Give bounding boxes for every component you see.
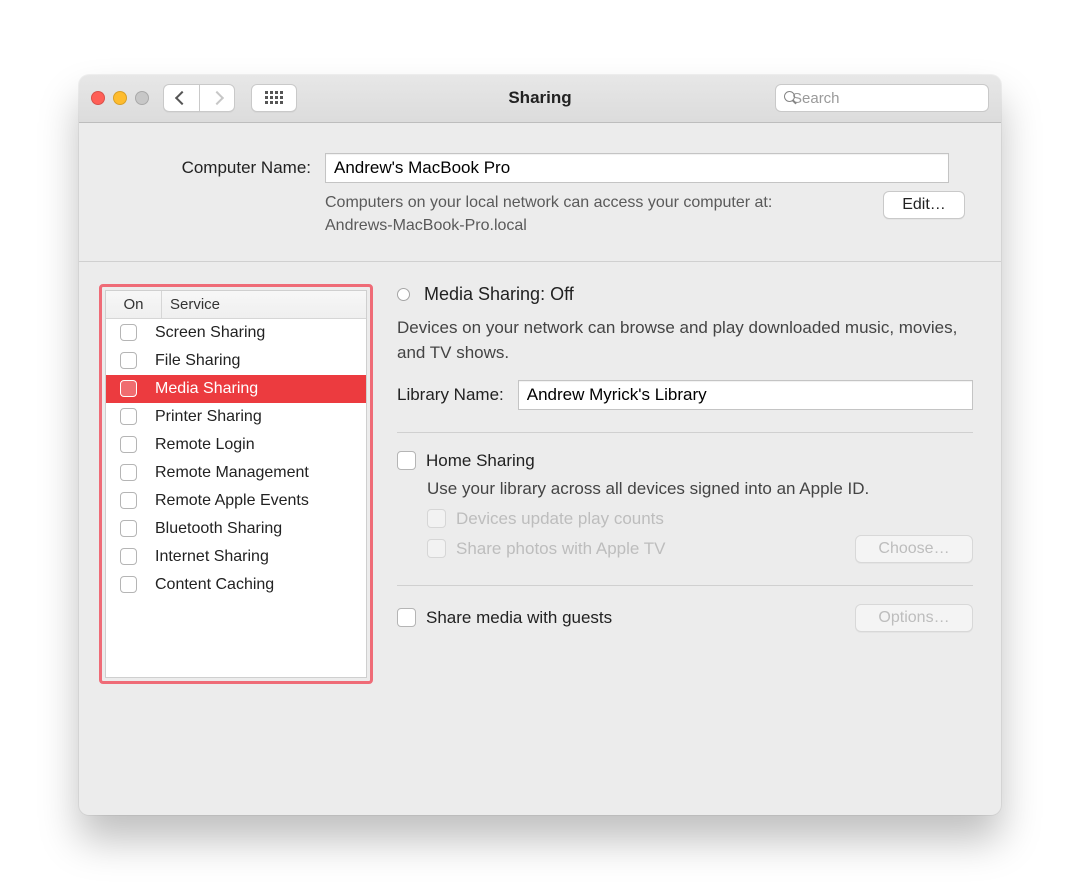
- traffic-lights: [91, 91, 149, 105]
- computer-name-help: Computers on your local network can acce…: [325, 191, 795, 237]
- service-checkbox[interactable]: [120, 324, 137, 341]
- edit-hostname-button[interactable]: Edit…: [883, 191, 965, 219]
- service-label: Content Caching: [155, 576, 274, 594]
- service-row[interactable]: Remote Management: [106, 459, 366, 487]
- service-checkbox[interactable]: [120, 464, 137, 481]
- show-all-button[interactable]: [251, 84, 297, 112]
- service-row[interactable]: Remote Apple Events: [106, 487, 366, 515]
- service-label: Remote Apple Events: [155, 492, 309, 510]
- grid-icon: [265, 91, 283, 105]
- checkbox-icon: [427, 509, 446, 528]
- status-indicator-icon: [397, 288, 410, 301]
- home-sharing-desc: Use your library across all devices sign…: [427, 479, 973, 499]
- service-label: Bluetooth Sharing: [155, 520, 282, 538]
- service-row[interactable]: Screen Sharing: [106, 319, 366, 347]
- titlebar: Sharing: [79, 75, 1001, 123]
- service-label: Printer Sharing: [155, 408, 262, 426]
- sharing-body: On Service Screen Sharing File Sharing Med…: [79, 262, 1001, 741]
- service-row[interactable]: Printer Sharing: [106, 403, 366, 431]
- home-sharing-checkbox[interactable]: Home Sharing: [397, 451, 973, 471]
- forward-button: [199, 84, 235, 112]
- service-row[interactable]: Media Sharing: [106, 375, 366, 403]
- computer-name-input[interactable]: [325, 153, 949, 183]
- library-name-input[interactable]: [518, 380, 973, 410]
- preferences-window: Sharing Computer Name: Computers on your…: [79, 75, 1001, 815]
- service-row[interactable]: File Sharing: [106, 347, 366, 375]
- home-sharing-label: Home Sharing: [426, 451, 535, 471]
- chevron-left-icon: [174, 91, 188, 105]
- computer-name-label: Computer Name:: [115, 158, 325, 178]
- service-checkbox[interactable]: [120, 520, 137, 537]
- guest-options-button: Options…: [855, 604, 973, 632]
- close-icon[interactable]: [91, 91, 105, 105]
- window-footer: ?: [79, 741, 1001, 815]
- checkbox-icon: [397, 608, 416, 627]
- computer-name-section: Computer Name: Computers on your local n…: [79, 123, 1001, 262]
- service-checkbox[interactable]: [120, 548, 137, 565]
- detail-title: Media Sharing: Off: [424, 284, 574, 305]
- service-row[interactable]: Bluetooth Sharing: [106, 515, 366, 543]
- services-table: On Service Screen Sharing File Sharing Med…: [105, 290, 367, 678]
- choose-photos-button: Choose…: [855, 535, 973, 563]
- share-photos-checkbox: Share photos with Apple TV: [427, 539, 666, 559]
- share-with-guests-checkbox[interactable]: Share media with guests: [397, 608, 612, 628]
- update-play-counts-checkbox: Devices update play counts: [427, 509, 973, 529]
- service-label: Remote Management: [155, 464, 309, 482]
- service-row[interactable]: Remote Login: [106, 431, 366, 459]
- checkbox-icon: [397, 451, 416, 470]
- checkbox-icon: [427, 539, 446, 558]
- search-input[interactable]: [790, 89, 993, 108]
- service-label: Media Sharing: [155, 380, 258, 398]
- service-row[interactable]: Content Caching: [106, 571, 366, 599]
- service-checkbox[interactable]: [120, 436, 137, 453]
- library-name-label: Library Name:: [397, 385, 504, 405]
- divider: [397, 432, 973, 433]
- services-highlight: On Service Screen Sharing File Sharing Med…: [99, 284, 373, 684]
- service-label: File Sharing: [155, 352, 240, 370]
- service-checkbox[interactable]: [120, 352, 137, 369]
- detail-description: Devices on your network can browse and p…: [397, 315, 973, 366]
- service-checkbox[interactable]: [120, 408, 137, 425]
- col-on: On: [106, 291, 162, 318]
- col-service: Service: [162, 291, 366, 318]
- service-label: Internet Sharing: [155, 548, 269, 566]
- divider: [397, 585, 973, 586]
- service-label: Screen Sharing: [155, 324, 265, 342]
- services-list: Screen Sharing File Sharing Media Sharing P…: [106, 319, 366, 677]
- search-field[interactable]: [775, 84, 989, 112]
- service-detail: Media Sharing: Off Devices on your netwo…: [397, 284, 973, 725]
- nav-back-forward: [163, 84, 235, 112]
- chevron-right-icon: [210, 91, 224, 105]
- minimize-icon[interactable]: [113, 91, 127, 105]
- zoom-icon: [135, 91, 149, 105]
- service-checkbox[interactable]: [120, 492, 137, 509]
- service-checkbox[interactable]: [120, 380, 137, 397]
- services-header: On Service: [106, 291, 366, 319]
- service-label: Remote Login: [155, 436, 255, 454]
- service-checkbox[interactable]: [120, 576, 137, 593]
- back-button[interactable]: [163, 84, 199, 112]
- service-row[interactable]: Internet Sharing: [106, 543, 366, 571]
